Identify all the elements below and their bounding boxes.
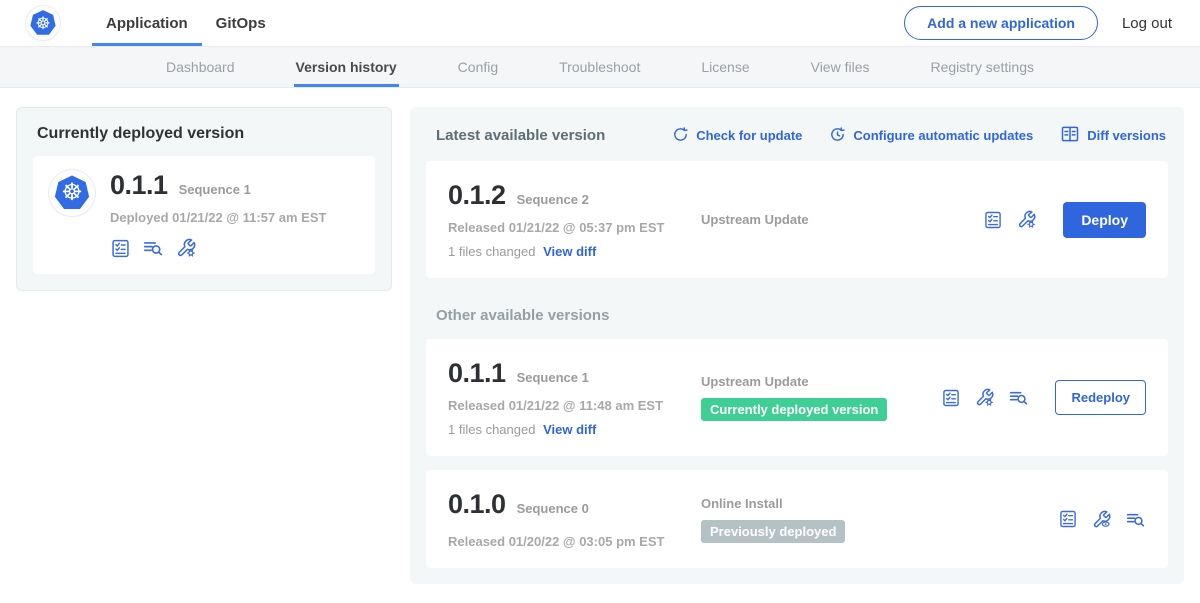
app-logo: ☸: [26, 6, 60, 40]
version-row: 0.1.2 Sequence 2 Released 01/21/22 @ 05:…: [426, 161, 1168, 278]
tab-version-history[interactable]: Version history: [294, 47, 399, 87]
app-subnav: Dashboard Version history Config Trouble…: [0, 47, 1200, 88]
tab-application[interactable]: Application: [92, 0, 202, 46]
view-config-icon[interactable]: [1091, 509, 1112, 530]
files-changed-label: 1 files changed: [448, 244, 535, 259]
app-logo: ☸: [49, 170, 95, 216]
configure-automatic-updates-link[interactable]: Configure automatic updates: [829, 126, 1033, 146]
version-source-label: Upstream Update: [701, 212, 983, 227]
diff-table-icon: [1060, 124, 1080, 147]
deployed-version-card: ☸ 0.1.1 Sequence 1 Deployed 01/21/22 @ 1…: [33, 156, 375, 274]
tab-license[interactable]: License: [699, 47, 751, 87]
header-tabs: Application GitOps: [92, 0, 280, 46]
released-timestamp: Released 01/21/22 @ 05:37 pm EST: [448, 220, 701, 235]
version-number: 0.1.2: [448, 180, 506, 211]
sequence-label: Sequence 0: [517, 501, 589, 516]
currently-deployed-panel: Currently deployed version ☸ 0.1.1 Seque…: [16, 107, 392, 291]
kubernetes-helm-wheel-icon: ☸: [53, 174, 91, 212]
currently-deployed-title: Currently deployed version: [37, 125, 375, 143]
kubernetes-helm-wheel-icon: ☸: [29, 9, 57, 37]
edit-config-icon[interactable]: [175, 237, 197, 259]
version-source-label: Online Install: [701, 496, 1058, 511]
sequence-label: Sequence 1: [517, 370, 589, 385]
deployed-version-number: 0.1.1: [110, 170, 168, 201]
refresh-icon: [672, 126, 689, 146]
diff-versions-link[interactable]: Diff versions: [1060, 124, 1166, 147]
check-for-update-link[interactable]: Check for update: [672, 126, 802, 146]
release-notes-icon[interactable]: [941, 388, 961, 408]
release-notes-icon[interactable]: [110, 238, 131, 259]
logout-button[interactable]: Log out: [1122, 15, 1172, 32]
release-notes-icon[interactable]: [1058, 509, 1078, 529]
release-notes-icon[interactable]: [983, 210, 1003, 230]
header-right: Add a new application Log out: [904, 6, 1172, 40]
version-history-panel: Latest available version Check for updat…: [410, 107, 1184, 584]
files-changed-label: 1 files changed: [448, 422, 535, 437]
troubleshoot-logs-icon[interactable]: [1125, 509, 1146, 530]
deployed-timestamp: Deployed 01/21/22 @ 11:57 am EST: [110, 210, 326, 225]
released-timestamp: Released 01/20/22 @ 03:05 pm EST: [448, 534, 701, 549]
version-number: 0.1.1: [448, 358, 506, 389]
redeploy-button[interactable]: Redeploy: [1055, 380, 1146, 415]
version-row: 0.1.1 Sequence 1 Released 01/21/22 @ 11:…: [426, 339, 1168, 456]
tab-troubleshoot[interactable]: Troubleshoot: [557, 47, 642, 87]
released-timestamp: Released 01/21/22 @ 11:48 am EST: [448, 398, 701, 413]
latest-version-title: Latest available version: [436, 127, 605, 144]
add-application-button[interactable]: Add a new application: [904, 6, 1098, 40]
auto-update-clock-icon: [829, 126, 846, 146]
tab-registry-settings[interactable]: Registry settings: [929, 47, 1036, 87]
view-diff-link[interactable]: View diff: [543, 422, 596, 437]
tab-view-files[interactable]: View files: [809, 47, 872, 87]
troubleshoot-logs-icon[interactable]: [142, 237, 164, 259]
edit-config-icon[interactable]: [974, 387, 995, 408]
currently-deployed-badge: Currently deployed version: [701, 398, 887, 421]
view-diff-link[interactable]: View diff: [543, 244, 596, 259]
version-row: 0.1.0 Sequence 0 Released 01/20/22 @ 03:…: [426, 470, 1168, 568]
deployed-sequence-label: Sequence 1: [179, 182, 251, 197]
other-versions-title: Other available versions: [436, 307, 1166, 324]
main-content: Currently deployed version ☸ 0.1.1 Seque…: [0, 88, 1200, 603]
deploy-button[interactable]: Deploy: [1063, 202, 1146, 238]
tab-gitops[interactable]: GitOps: [202, 0, 280, 46]
tab-dashboard[interactable]: Dashboard: [164, 47, 237, 87]
edit-config-icon[interactable]: [1016, 209, 1037, 230]
version-source-label: Upstream Update: [701, 374, 941, 389]
troubleshoot-logs-icon[interactable]: [1008, 387, 1029, 408]
previously-deployed-badge: Previously deployed: [701, 520, 845, 543]
sequence-label: Sequence 2: [517, 192, 589, 207]
top-header: ☸ Application GitOps Add a new applicati…: [0, 0, 1200, 47]
tab-config[interactable]: Config: [456, 47, 500, 87]
version-number: 0.1.0: [448, 489, 506, 520]
